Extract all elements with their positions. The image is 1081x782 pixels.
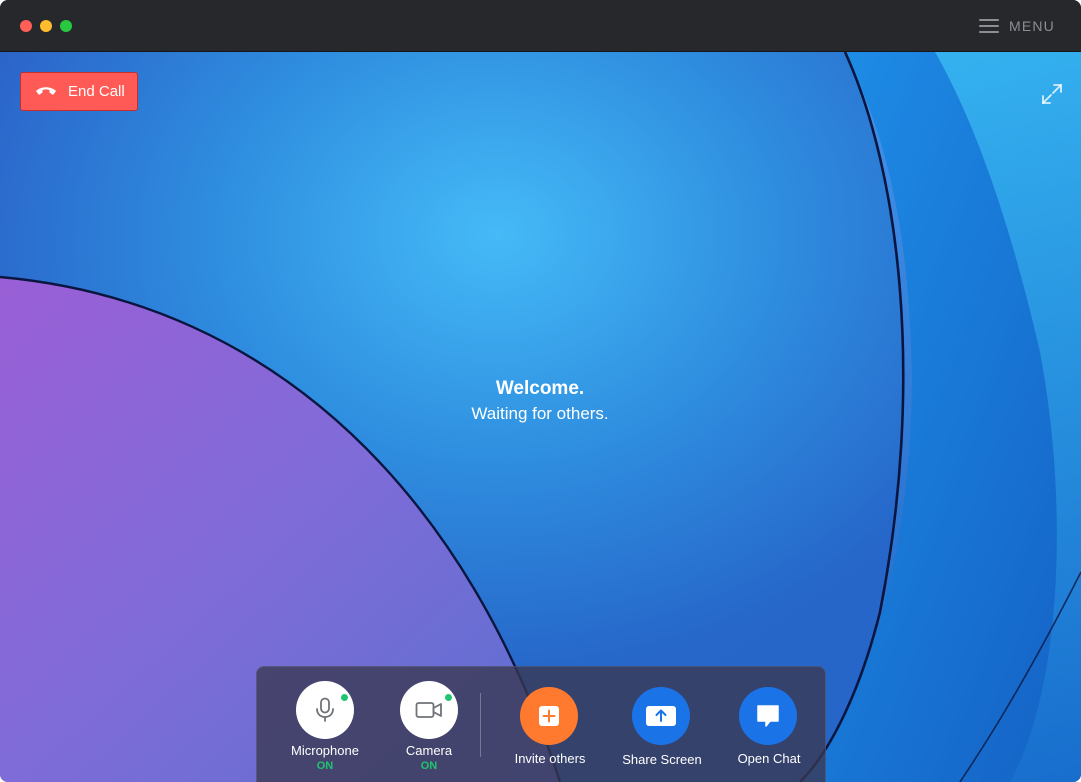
microphone-button-circle[interactable]	[296, 681, 354, 739]
maximize-window-button[interactable]	[60, 20, 72, 32]
open-chat-label: Open Chat	[737, 751, 801, 766]
close-window-button[interactable]	[20, 20, 32, 32]
share-screen-button[interactable]: Share Screen	[617, 687, 707, 782]
waiting-status-text: Waiting for others.	[471, 404, 609, 423]
chat-bubble-icon	[757, 705, 779, 727]
microphone-toggle[interactable]: Microphone ON	[281, 681, 369, 782]
open-chat-button[interactable]: Open Chat	[724, 687, 814, 782]
video-camera-icon	[415, 702, 442, 718]
camera-label: Camera	[405, 743, 453, 758]
menu-label: MENU	[1008, 18, 1055, 34]
call-controls-bar: Microphone ON Camera ON Invite others Sh…	[256, 666, 826, 782]
camera-active-indicator	[445, 694, 452, 701]
camera-toggle[interactable]: Camera ON	[385, 681, 473, 782]
microphone-active-indicator	[341, 694, 348, 701]
app-window: MENU End Call Welcome. Waiting for other…	[0, 0, 1081, 782]
camera-button-circle[interactable]	[400, 681, 458, 739]
microphone-icon	[316, 697, 334, 722]
plus-icon	[539, 706, 559, 726]
controls-divider	[480, 693, 481, 757]
hang-up-phone-icon	[36, 87, 56, 95]
invite-others-label: Invite others	[514, 751, 586, 766]
minimize-window-button[interactable]	[40, 20, 52, 32]
menu-button[interactable]: MENU	[978, 16, 1055, 36]
microphone-status: ON	[316, 760, 334, 772]
call-stage: End Call Welcome. Waiting for others. Mi…	[0, 52, 1081, 782]
camera-status: ON	[420, 760, 438, 772]
share-screen-label: Share Screen	[622, 752, 702, 767]
end-call-label: End Call	[68, 83, 125, 100]
share-screen-button-circle[interactable]	[632, 687, 690, 745]
invite-button-circle[interactable]	[520, 687, 578, 745]
open-chat-button-circle[interactable]	[739, 687, 797, 745]
title-bar: MENU	[0, 0, 1081, 52]
hamburger-icon	[978, 19, 999, 33]
invite-others-button[interactable]: Invite others	[505, 687, 595, 782]
welcome-heading: Welcome.	[495, 378, 585, 399]
share-screen-icon	[646, 706, 676, 726]
end-call-button[interactable]: End Call	[20, 72, 138, 111]
fullscreen-expand-icon[interactable]	[1040, 82, 1064, 106]
microphone-label: Microphone	[291, 743, 359, 758]
